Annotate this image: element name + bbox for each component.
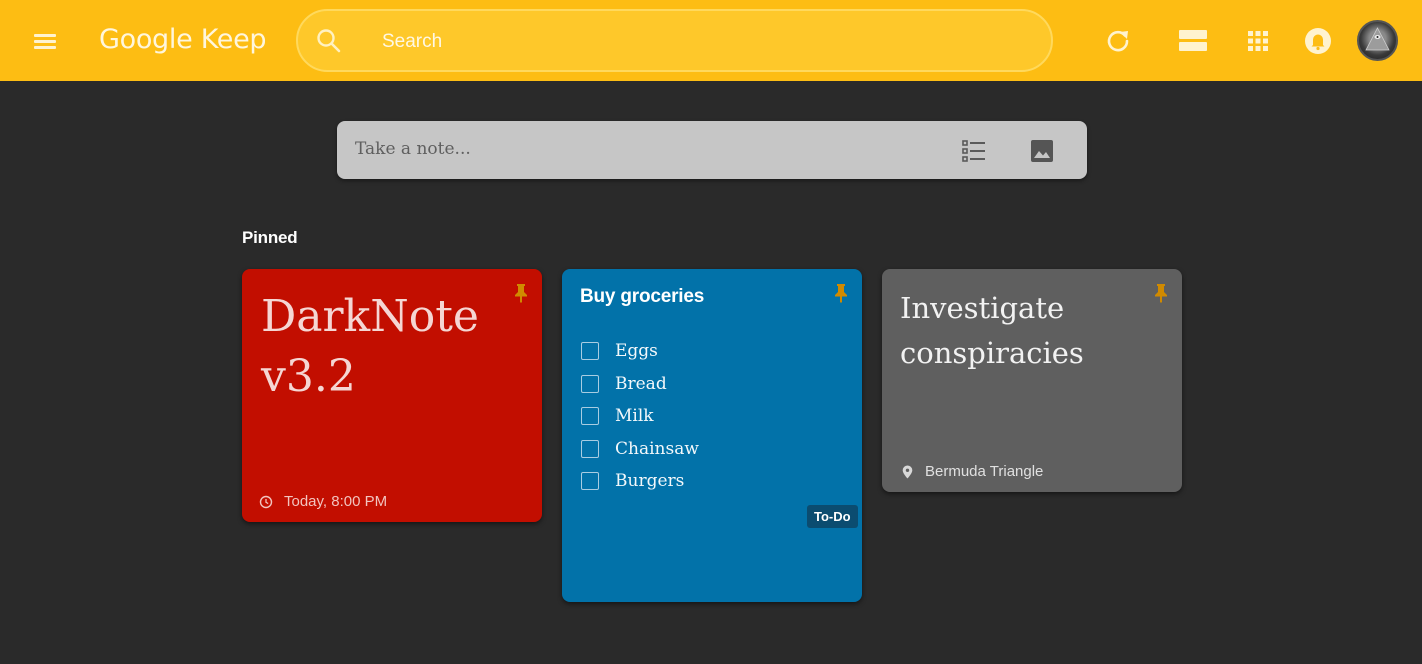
location-text: Bermuda Triangle: [925, 463, 1044, 480]
clock-icon: [259, 495, 273, 508]
menu-icon-bar: [34, 40, 56, 43]
note-card-darknote[interactable]: DarkNote v3.2 Today, 8:00 PM: [242, 269, 542, 522]
pin-icon[interactable]: [1153, 283, 1169, 303]
checklist-item: Burgers: [581, 465, 699, 498]
checklist-item-label: Bread: [615, 373, 667, 394]
reminder-chip[interactable]: Today, 8:00 PM: [259, 493, 387, 510]
menu-icon-bar: [34, 34, 56, 37]
checklist-item-label: Burgers: [615, 471, 685, 492]
new-list-icon[interactable]: [961, 138, 987, 164]
new-image-note-icon[interactable]: [1029, 138, 1055, 164]
note-title: DarkNote v3.2: [261, 291, 479, 402]
note-card-investigate-conspiracies[interactable]: Investigate conspiracies Bermuda Triangl…: [882, 269, 1182, 492]
pinned-section-heading: Pinned: [242, 228, 298, 247]
avatar-pyramid-icon: [1365, 27, 1390, 51]
checklist-item-label: Chainsaw: [615, 438, 699, 459]
app-header: Google Keep: [0, 0, 1422, 81]
search-icon[interactable]: [314, 26, 344, 56]
pin-icon[interactable]: [833, 283, 849, 303]
checklist-item-label: Eggs: [615, 341, 658, 362]
checkbox[interactable]: [581, 342, 599, 361]
search-bar[interactable]: [296, 9, 1053, 72]
checkbox[interactable]: [581, 374, 599, 393]
list-view-icon[interactable]: [1177, 25, 1209, 57]
refresh-icon[interactable]: [1102, 25, 1134, 57]
app-logo[interactable]: Google Keep: [99, 24, 267, 55]
checklist-item: Eggs: [581, 335, 699, 368]
checkbox[interactable]: [581, 472, 599, 491]
take-note-input[interactable]: [355, 137, 915, 161]
location-chip[interactable]: Bermuda Triangle: [902, 463, 1043, 480]
avatar[interactable]: [1357, 20, 1398, 61]
checklist-item: Bread: [581, 368, 699, 401]
take-note-bar[interactable]: [337, 121, 1087, 179]
note-title: Investigate conspiracies: [900, 291, 1084, 370]
apps-icon[interactable]: [1242, 25, 1274, 57]
location-pin-icon: [902, 465, 913, 478]
checkbox[interactable]: [581, 439, 599, 458]
checkbox[interactable]: [581, 407, 599, 426]
note-card-buy-groceries[interactable]: Buy groceries Eggs Bread Milk Chainsaw B…: [562, 269, 862, 602]
search-input[interactable]: [382, 28, 982, 56]
menu-icon-bar: [34, 46, 56, 49]
reminder-text: Today, 8:00 PM: [284, 493, 388, 510]
checklist-item: Chainsaw: [581, 433, 699, 466]
checklist-item: Milk: [581, 400, 699, 433]
pin-icon[interactable]: [513, 283, 529, 303]
note-title: Buy groceries: [580, 286, 705, 307]
checklist-item-label: Milk: [615, 406, 654, 427]
checklist: Eggs Bread Milk Chainsaw Burgers: [581, 335, 699, 498]
notifications-icon[interactable]: [1302, 25, 1334, 57]
note-label-chip[interactable]: To-Do: [807, 505, 858, 528]
main-menu-button[interactable]: [27, 24, 63, 58]
